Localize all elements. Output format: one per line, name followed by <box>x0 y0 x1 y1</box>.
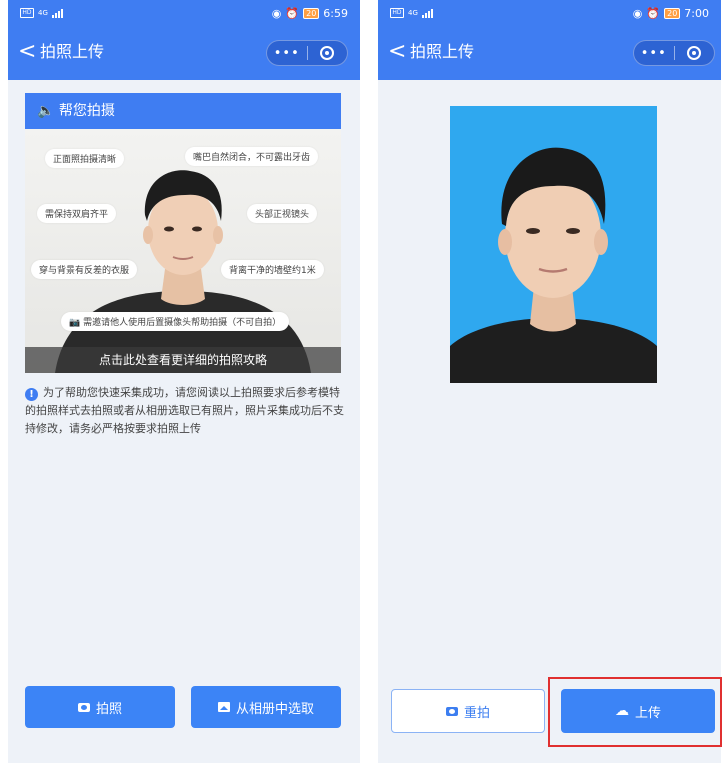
battery-icon: 20 <box>664 7 681 19</box>
tip-wall: 背离干净的墙壁约1米 <box>221 260 324 279</box>
menu-capsule: ••• <box>633 40 715 66</box>
choose-from-album-button[interactable]: 从相册中选取 <box>191 686 341 728</box>
tip-clothes: 穿与背景有反差的衣服 <box>31 260 138 279</box>
more-button[interactable]: ••• <box>267 46 307 61</box>
left-screen: HD 4G ◉ ⏰ 20 6:59 < 拍照上传 ••• 🔈 帮您拍摄 正面照拍… <box>8 0 360 763</box>
signal-icon <box>51 8 63 18</box>
status-bar: HD 4G ◉ ⏰ 20 6:59 <box>8 0 360 26</box>
id-photo-preview <box>450 106 657 383</box>
tip-head: 头部正视镜头 <box>247 204 318 223</box>
alarm-icon: ⏰ <box>646 6 661 20</box>
camera-icon <box>77 702 90 712</box>
signal-icon <box>421 8 433 18</box>
retake-button[interactable]: 重拍 <box>391 689 545 733</box>
portrait <box>450 147 657 383</box>
tip-mouth: 嘴巴自然闭合，不可露出牙齿 <box>185 147 319 166</box>
sim-icon: HD <box>20 8 34 18</box>
camera-icon <box>445 706 458 716</box>
right-screen: HD 4G ◉ ⏰ 20 7:00 < 拍照上传 ••• 重拍 ☁ 上传 <box>378 0 721 763</box>
upload-highlight-box <box>548 677 722 747</box>
tip-helper: 📷 需邀请他人使用后置摄像头帮助拍摄（不可自拍） <box>61 312 290 331</box>
guide-header-label: 帮您拍摄 <box>58 103 115 119</box>
album-icon <box>217 702 230 712</box>
info-icon: ! <box>25 388 38 401</box>
page-title: 拍照上传 <box>410 42 475 61</box>
status-time: 6:59 <box>323 6 348 20</box>
page-title: 拍照上传 <box>40 42 105 61</box>
tip-helper-label: 需邀请他人使用后置摄像头帮助拍摄（不可自拍） <box>83 318 282 328</box>
record-icon <box>687 46 702 60</box>
close-miniapp-button[interactable] <box>308 46 348 60</box>
notice: ! 为了帮助您快速采集成功，请您阅读以上拍照要求后参考模特的拍照样式去拍照或者从相… <box>25 384 345 438</box>
network-label: 4G <box>408 9 418 17</box>
camera-icon: 📷 <box>69 318 81 328</box>
retake-label: 重拍 <box>463 705 490 721</box>
sim-icon: HD <box>390 8 404 18</box>
eye-icon: ◉ <box>271 6 282 20</box>
battery-icon: 20 <box>303 7 320 19</box>
notice-text: 为了帮助您快速采集成功，请您阅读以上拍照要求后参考模特的拍照样式去拍照或者从相册… <box>25 386 344 435</box>
nav-bar: < 拍照上传 ••• <box>8 26 360 80</box>
network-label: 4G <box>38 9 48 17</box>
back-icon[interactable]: < <box>18 40 36 64</box>
more-button[interactable]: ••• <box>634 46 674 61</box>
guide-photo[interactable]: 正面照拍摄清晰 嘴巴自然闭合，不可露出牙齿 需保持双肩齐平 头部正视镜头 穿与背… <box>25 129 341 373</box>
take-photo-label: 拍照 <box>95 701 122 717</box>
take-photo-button[interactable]: 拍照 <box>25 686 175 728</box>
record-icon <box>320 46 335 60</box>
tip-front: 正面照拍摄清晰 <box>45 149 125 168</box>
speaker-icon: 🔈 <box>37 103 55 119</box>
nav-bar: < 拍照上传 ••• <box>378 26 721 80</box>
close-miniapp-button[interactable] <box>675 46 715 60</box>
choose-from-album-label: 从相册中选取 <box>235 701 314 717</box>
guide-header: 🔈 帮您拍摄 <box>25 93 341 129</box>
alarm-icon: ⏰ <box>285 6 300 20</box>
tip-shoulders: 需保持双肩齐平 <box>37 204 117 223</box>
back-icon[interactable]: < <box>388 40 406 64</box>
eye-icon: ◉ <box>632 6 643 20</box>
status-time: 7:00 <box>684 6 709 20</box>
guide-detail-link[interactable]: 点击此处查看更详细的拍照攻略 <box>25 347 341 373</box>
menu-capsule: ••• <box>266 40 348 66</box>
status-bar: HD 4G ◉ ⏰ 20 7:00 <box>378 0 721 26</box>
